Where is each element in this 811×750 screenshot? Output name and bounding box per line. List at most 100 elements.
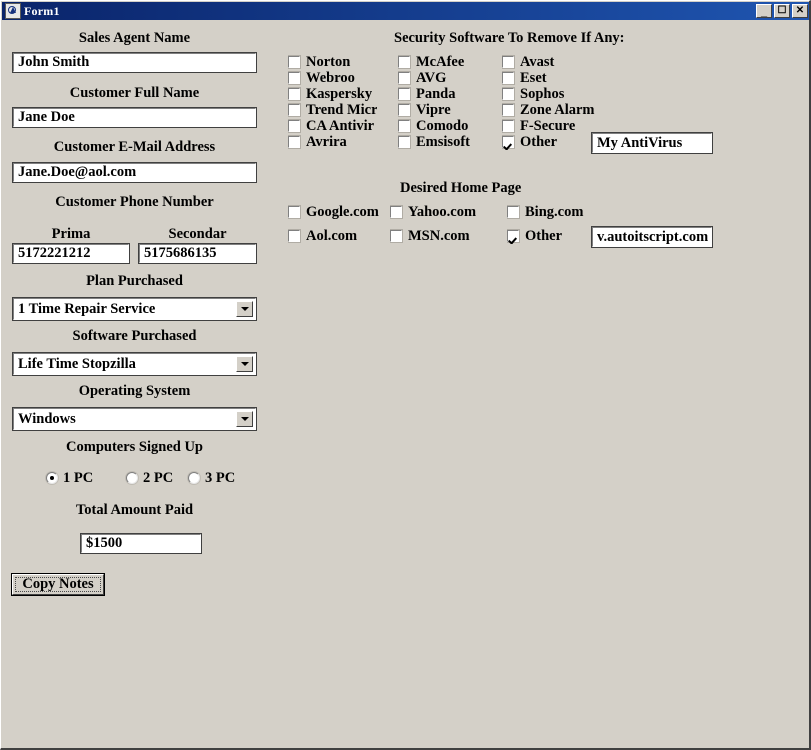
checkbox-ca-antivirus[interactable]: CA Antivir xyxy=(288,118,377,134)
customer-name-label: Customer Full Name xyxy=(69,85,200,101)
checkbox-icon xyxy=(398,135,411,149)
checkbox-vipre-label: Vipre xyxy=(416,102,451,118)
checkbox-emsisoft[interactable]: Emsisoft xyxy=(398,134,498,150)
checkbox-msn-label: MSN.com xyxy=(408,228,470,244)
operating-system-dropdown[interactable]: Windows xyxy=(12,407,257,431)
checkbox-zone-alarm-label: Zone Alarm xyxy=(520,102,595,118)
software-purchased-label: Software Purchased xyxy=(72,328,197,344)
checkbox-vipre[interactable]: Vipre xyxy=(398,102,498,118)
checkbox-kaspersky[interactable]: Kaspersky xyxy=(288,86,377,102)
checkbox-comodo-label: Comodo xyxy=(416,118,469,134)
checkbox-icon xyxy=(288,135,301,149)
total-amount-paid-label: Total Amount Paid xyxy=(75,502,194,518)
checkbox-avrira-label: Avrira xyxy=(306,134,347,150)
title-bar[interactable]: Form1 _ ☐ ✕ xyxy=(2,2,809,20)
radio-2-pc-label: 2 PC xyxy=(143,469,174,486)
chevron-down-icon[interactable] xyxy=(236,301,253,317)
checkbox-google[interactable]: Google.com xyxy=(288,204,388,220)
close-button[interactable]: ✕ xyxy=(792,4,808,18)
plan-purchased-dropdown[interactable]: 1 Time Repair Service xyxy=(12,297,257,321)
customer-phone-group-label: Customer Phone Number xyxy=(55,194,214,210)
checkbox-icon xyxy=(288,55,301,69)
checkbox-icon xyxy=(398,103,411,117)
checkbox-msn[interactable]: MSN.com xyxy=(390,228,490,244)
maximize-button[interactable]: ☐ xyxy=(774,4,790,18)
copy-notes-label: Copy Notes xyxy=(22,576,94,592)
checkbox-avrira[interactable]: Avrira xyxy=(288,134,377,150)
checkbox-bing[interactable]: Bing.com xyxy=(507,204,607,220)
customer-email-label: Customer E-Mail Address xyxy=(53,139,216,155)
primary-phone-input[interactable]: 5172221212 xyxy=(12,243,130,264)
minimize-icon: _ xyxy=(760,6,768,18)
radio-button-icon xyxy=(188,472,200,484)
checkbox-icon xyxy=(288,71,301,85)
checkbox-yahoo[interactable]: Yahoo.com xyxy=(390,204,490,220)
radio-1-pc[interactable]: 1 PC xyxy=(46,470,93,486)
radio-3-pc[interactable]: 3 PC xyxy=(188,470,235,486)
checkbox-icon xyxy=(288,87,301,101)
checkbox-aol[interactable]: Aol.com xyxy=(288,228,388,244)
checkbox-trend-micro-label: Trend Micr xyxy=(306,102,377,118)
checkbox-bing-label: Bing.com xyxy=(525,204,584,220)
sales-agent-input[interactable]: John Smith xyxy=(12,52,257,73)
minimize-button[interactable]: _ xyxy=(756,4,772,18)
security-software-heading: Security Software To Remove If Any: xyxy=(394,30,625,46)
checkbox-icon xyxy=(502,103,515,117)
total-amount-paid-input[interactable]: $1500 xyxy=(80,533,202,554)
checkbox-mcafee[interactable]: McAfee xyxy=(398,54,498,70)
checkbox-comodo[interactable]: Comodo xyxy=(398,118,498,134)
checkbox-mcafee-label: McAfee xyxy=(416,54,465,70)
checkbox-eset[interactable]: Eset xyxy=(502,70,602,86)
checkbox-avg[interactable]: AVG xyxy=(398,70,498,86)
maximize-icon: ☐ xyxy=(777,5,787,16)
checkbox-security-other[interactable]: Other xyxy=(502,134,602,150)
chevron-down-icon[interactable] xyxy=(236,356,253,372)
customer-name-input[interactable]: Jane Doe xyxy=(12,107,257,128)
home-page-heading: Desired Home Page xyxy=(400,180,522,196)
checkbox-icon xyxy=(288,119,301,133)
security-other-input[interactable]: My AntiVirus xyxy=(591,132,713,154)
checkbox-homepage-other-label: Other xyxy=(525,228,563,244)
checkbox-zone-alarm[interactable]: Zone Alarm xyxy=(502,102,612,118)
radio-3-pc-label: 3 PC xyxy=(205,469,236,486)
close-icon: ✕ xyxy=(795,5,805,16)
checkbox-icon xyxy=(390,205,403,219)
checkbox-avast[interactable]: Avast xyxy=(502,54,602,70)
radio-button-icon xyxy=(46,472,58,484)
checkbox-trend-micro[interactable]: Trend Micr xyxy=(288,102,377,118)
checkbox-webroot[interactable]: Webroo xyxy=(288,70,377,86)
checkbox-kaspersky-label: Kaspersky xyxy=(306,86,373,102)
radio-1-pc-label: 1 PC xyxy=(63,469,94,486)
checkbox-icon xyxy=(398,87,411,101)
checkbox-ca-antivirus-label: CA Antivir xyxy=(306,118,375,134)
checkbox-panda-label: Panda xyxy=(416,86,456,102)
checkbox-icon xyxy=(502,55,515,69)
customer-email-input[interactable]: Jane.Doe@aol.com xyxy=(12,162,257,183)
secondary-phone-input[interactable]: 5175686135 xyxy=(138,243,257,264)
plan-purchased-value: 1 Time Repair Service xyxy=(18,300,156,317)
checkbox-f-secure[interactable]: F-Secure xyxy=(502,118,602,134)
autoit-icon xyxy=(5,3,21,19)
operating-system-label: Operating System xyxy=(78,383,191,399)
chevron-down-icon[interactable] xyxy=(236,411,253,427)
checkbox-google-label: Google.com xyxy=(306,204,379,220)
checkbox-f-secure-label: F-Secure xyxy=(520,118,576,134)
checkbox-icon xyxy=(507,229,520,243)
form-window: Form1 _ ☐ ✕ Sales Agent Name John Smith … xyxy=(0,0,811,750)
checkbox-yahoo-label: Yahoo.com xyxy=(408,204,477,220)
home-page-other-input[interactable]: v.autoitscript.com xyxy=(591,226,713,248)
checkbox-icon xyxy=(288,205,301,219)
checkbox-norton[interactable]: Norton xyxy=(288,54,377,70)
software-purchased-dropdown[interactable]: Life Time Stopzilla xyxy=(12,352,257,376)
checkbox-sophos[interactable]: Sophos xyxy=(502,86,602,102)
checkbox-webroot-label: Webroo xyxy=(306,70,355,86)
checkbox-emsisoft-label: Emsisoft xyxy=(416,134,470,150)
copy-notes-button[interactable]: Copy Notes xyxy=(11,573,105,596)
window-controls: _ ☐ ✕ xyxy=(756,4,809,18)
checkbox-panda[interactable]: Panda xyxy=(398,86,498,102)
sales-agent-label: Sales Agent Name xyxy=(78,30,191,46)
checkbox-icon xyxy=(390,229,403,243)
checkbox-icon xyxy=(398,55,411,69)
radio-2-pc[interactable]: 2 PC xyxy=(126,470,173,486)
checkbox-icon xyxy=(502,119,515,133)
